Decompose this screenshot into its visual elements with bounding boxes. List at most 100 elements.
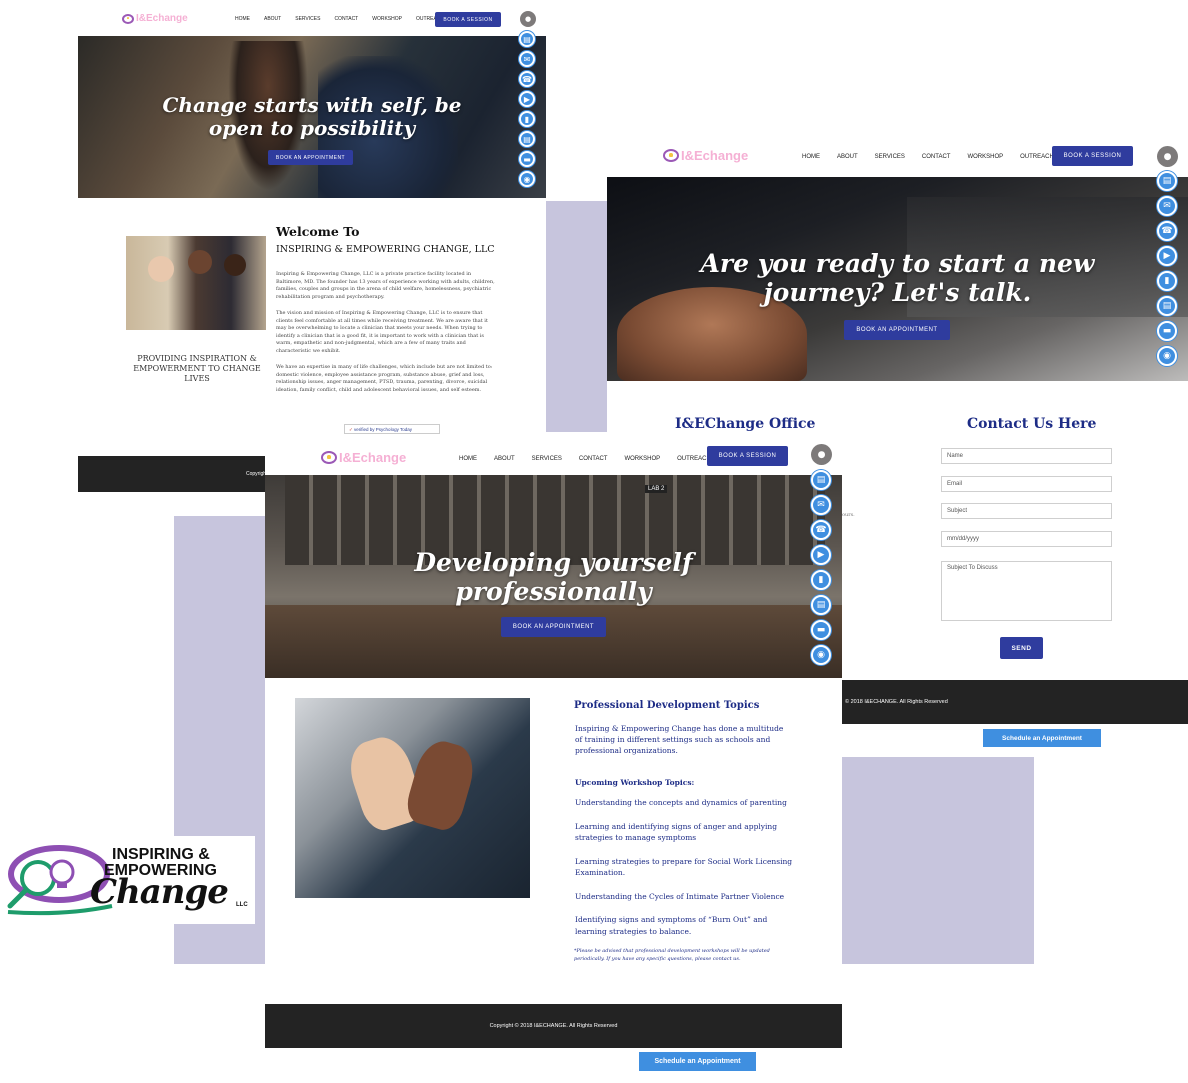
social-icon-rail: ▤ ✉ ☎ ▶ ▮ ▤ ▬ ◉ [811, 470, 831, 665]
nav-about[interactable]: ABOUT [494, 456, 515, 462]
nav-outreach[interactable]: OUTREACH [677, 456, 711, 462]
name-field[interactable]: Name [941, 448, 1112, 464]
topic-list: Understanding the concepts and dynamics … [575, 797, 800, 949]
subject-field[interactable]: Subject [941, 503, 1112, 519]
team-photo-person-3 [224, 254, 246, 276]
brand-logo[interactable]: I&Echange [122, 13, 188, 24]
date-field[interactable]: mm/dd/yyyy [941, 531, 1112, 547]
phone-icon[interactable]: ☎ [811, 520, 831, 540]
hero-title: Change starts with self, be open to poss… [78, 94, 546, 140]
mail-icon[interactable]: ✉ [519, 51, 535, 67]
schedule-appointment-button[interactable]: Schedule an Appointment [983, 729, 1101, 747]
nav-about[interactable]: ABOUT [837, 154, 858, 160]
psychology-today-badge[interactable]: ✓ verified by Psychology Today [344, 424, 440, 434]
book-session-button[interactable]: BOOK A SESSION [435, 12, 501, 27]
logo-bulb-base [57, 882, 67, 888]
book-session-button[interactable]: BOOK A SESSION [1052, 146, 1133, 166]
send-button[interactable]: SEND [1000, 637, 1043, 659]
nav-contact[interactable]: CONTACT [334, 16, 358, 22]
hero-title-line-1: Change starts with self, be [162, 93, 462, 117]
book-appointment-button[interactable]: BOOK AN APPOINTMENT [501, 617, 606, 637]
book-appointment-button[interactable]: BOOK AN APPOINTMENT [844, 320, 950, 340]
office-heading: I&EChange Office [675, 416, 816, 432]
social-icon-rail: ▤ ✉ ☎ ▶ ▮ ▤ ▬ ◉ [1157, 171, 1177, 366]
hero-photo-floor [265, 605, 842, 678]
nav-outreach[interactable]: OUTREACH [1020, 154, 1054, 160]
hero-title: Are you ready to start a new journey? Le… [607, 249, 1188, 307]
nav-bar: I&Echange HOME ABOUT SERVICES CONTACT WO… [78, 4, 546, 34]
nav-links: HOME ABOUT SERVICES CONTACT WORKSHOP OUT… [802, 154, 1054, 160]
document-icon[interactable]: ▤ [519, 131, 535, 147]
hero-banner: LAB 2 Developing yourself professionally… [265, 475, 842, 678]
nav-contact[interactable]: CONTACT [922, 154, 951, 160]
hero-banner: Are you ready to start a new journey? Le… [607, 177, 1188, 381]
nav-home[interactable]: HOME [802, 154, 820, 160]
book-session-button[interactable]: BOOK A SESSION [707, 446, 788, 466]
bookmark-icon[interactable]: ▮ [1157, 271, 1177, 291]
nav-workshop[interactable]: WORKSHOP [372, 16, 402, 22]
phone-icon[interactable]: ☎ [519, 71, 535, 87]
brand-logo[interactable]: I&Echange [321, 450, 406, 465]
play-icon[interactable]: ▶ [1157, 246, 1177, 266]
pd-heading: Professional Development Topics [574, 700, 760, 711]
footer-copyright: © 2018 I&ECHANGE. All Rights Reserved [845, 699, 948, 705]
news-icon[interactable]: ▤ [811, 470, 831, 490]
social-icon-rail: ▤ ✉ ☎ ▶ ▮ ▤ ▬ ◉ [519, 31, 535, 187]
card-icon[interactable]: ▬ [811, 620, 831, 640]
mail-icon[interactable]: ✉ [1157, 196, 1177, 216]
schedule-appointment-button[interactable]: Schedule an Appointment [639, 1052, 756, 1071]
play-icon[interactable]: ▶ [811, 545, 831, 565]
team-photo-person-2 [188, 250, 212, 274]
office-hours-fragment: ours. [842, 512, 855, 518]
nav-workshop[interactable]: WORKSHOP [624, 456, 660, 462]
panel-home: I&Echange HOME ABOUT SERVICES CONTACT WO… [78, 0, 546, 492]
nav-links: HOME ABOUT SERVICES CONTACT WORKSHOP OUT… [459, 456, 711, 462]
backdrop-block-right-top [544, 201, 608, 432]
brand-logo[interactable]: I&Echange [663, 148, 748, 163]
nav-links: HOME ABOUT SERVICES CONTACT WORKSHOP OUT… [235, 16, 444, 22]
about-paragraph-2: The vision and mission of Inspiring & Em… [276, 310, 488, 354]
nav-services[interactable]: SERVICES [875, 154, 905, 160]
team-photo [126, 236, 266, 330]
nav-home[interactable]: HOME [235, 16, 250, 22]
user-icon[interactable]: ● [1157, 146, 1178, 167]
book-appointment-button[interactable]: BOOK AN APPOINTMENT [268, 150, 353, 165]
mail-icon[interactable]: ✉ [811, 495, 831, 515]
user-icon[interactable]: ● [811, 444, 832, 465]
play-icon[interactable]: ▶ [519, 91, 535, 107]
nav-about[interactable]: ABOUT [264, 16, 281, 22]
topic-item: Identifying signs and symptoms of “Burn … [575, 915, 768, 936]
news-icon[interactable]: ▤ [519, 31, 535, 47]
card-icon[interactable]: ▬ [1157, 321, 1177, 341]
brand-mark-icon [321, 451, 337, 464]
nav-services[interactable]: SERVICES [532, 456, 562, 462]
logo-handle [7, 887, 29, 909]
bookmark-icon[interactable]: ▮ [519, 111, 535, 127]
card-icon[interactable]: ▬ [519, 151, 535, 167]
bookmark-icon[interactable]: ▮ [811, 570, 831, 590]
nav-contact[interactable]: CONTACT [579, 456, 608, 462]
location-icon[interactable]: ◉ [1157, 346, 1177, 366]
email-field[interactable]: Email [941, 476, 1112, 492]
user-icon[interactable]: ● [520, 11, 536, 27]
nav-services[interactable]: SERVICES [295, 16, 320, 22]
news-icon[interactable]: ▤ [1157, 171, 1177, 191]
message-field[interactable]: Subject To Discuss [941, 561, 1112, 621]
document-icon[interactable]: ▤ [811, 595, 831, 615]
hero-title-line-1: Are you ready to start a new [700, 249, 1095, 278]
nav-home[interactable]: HOME [459, 456, 477, 462]
location-icon[interactable]: ◉ [811, 645, 831, 665]
location-icon[interactable]: ◉ [519, 171, 535, 187]
lab-sign: LAB 2 [645, 485, 668, 493]
workshop-note: *Please be advised that professional dev… [574, 948, 770, 962]
hero-title-line-2: open to possibility [208, 116, 416, 140]
company-heading: INSPIRING & EMPOWERING CHANGE, LLC [276, 244, 495, 255]
hero-title: Developing yourself professionally [265, 548, 842, 606]
nav-workshop[interactable]: WORKSHOP [967, 154, 1003, 160]
phone-icon[interactable]: ☎ [1157, 221, 1177, 241]
document-icon[interactable]: ▤ [1157, 296, 1177, 316]
welcome-heading: Welcome To [276, 224, 360, 239]
badge-check-icon: ✓ [349, 427, 353, 432]
tagline: PROVIDING INSPIRATION & EMPOWERMENT TO C… [133, 354, 261, 383]
footer: Copyright © 2018 I&ECHANGE. All Rights R… [265, 1004, 842, 1048]
